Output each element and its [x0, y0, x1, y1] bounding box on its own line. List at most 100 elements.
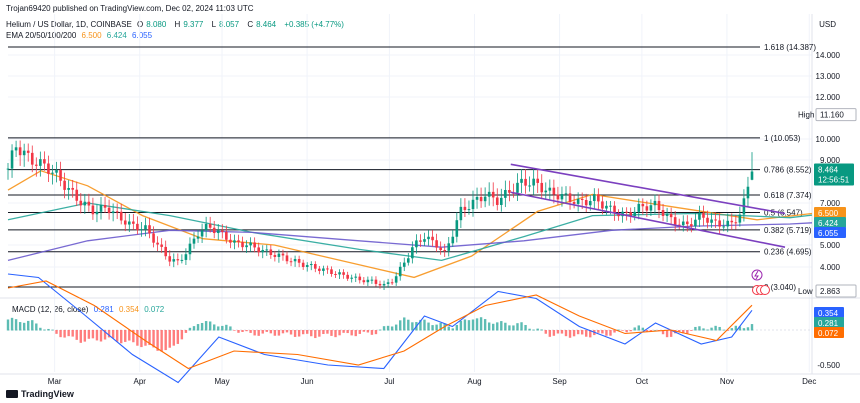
- candle: [702, 205, 705, 226]
- candle-body: [293, 259, 297, 262]
- candle: [552, 179, 556, 204]
- candle-body: [495, 197, 499, 205]
- candle: [119, 203, 123, 225]
- candle: [95, 204, 99, 223]
- candle: [593, 188, 596, 210]
- macd-histogram-bar: [87, 330, 91, 339]
- macd-histogram-bar: [265, 330, 268, 332]
- candle: [439, 241, 442, 255]
- candle-body: [176, 259, 180, 261]
- macd-histogram-bar: [310, 330, 313, 337]
- candle: [455, 212, 459, 243]
- candle-body: [459, 206, 463, 221]
- y-tick-label: 7.000: [820, 199, 841, 208]
- macd-histogram-bar: [722, 329, 725, 331]
- candle-body: [504, 190, 507, 198]
- macd-histogram-bar: [160, 330, 163, 352]
- macd-histogram-bar: [690, 330, 693, 331]
- candle-body: [35, 164, 38, 166]
- y-tick-label: 14.000: [816, 51, 841, 60]
- candle: [362, 277, 366, 285]
- candle-body: [625, 211, 628, 213]
- macd-histogram-bar: [508, 325, 511, 331]
- macd-histogram-bar: [718, 326, 721, 331]
- ema-tag: 6.500: [818, 209, 839, 218]
- candle: [204, 216, 208, 238]
- macd-histogram-bar: [289, 330, 293, 335]
- candle-body: [188, 243, 192, 255]
- macd-y-tick-label: -0.500: [817, 361, 840, 370]
- alert-bolt-icon: [751, 269, 763, 281]
- macd-histogram-bar: [314, 330, 317, 339]
- candle: [617, 209, 620, 221]
- macd-histogram-bar: [208, 321, 212, 331]
- chart-canvas[interactable]: 1.618 (14.387) 1 (10.053) 0.786 (8.552) 0.6…: [0, 0, 860, 403]
- candle-body: [172, 259, 176, 262]
- candle: [475, 187, 479, 209]
- macd-histogram-bar: [322, 330, 325, 335]
- candle: [500, 188, 503, 212]
- candle-body: [544, 190, 548, 193]
- macd-histogram-bar: [358, 330, 361, 334]
- candle-body: [51, 172, 54, 174]
- macd-histogram-bar: [487, 322, 491, 331]
- candle-body: [216, 230, 220, 234]
- candle-body: [342, 272, 345, 275]
- candle-body: [95, 211, 99, 215]
- macd-histogram-bar: [346, 330, 349, 334]
- macd-histogram-bar: [31, 320, 34, 331]
- candle-body: [107, 207, 111, 214]
- macd-histogram-bar: [188, 327, 192, 331]
- candle: [528, 176, 531, 192]
- candle: [463, 198, 467, 218]
- macd-histogram-bar: [192, 326, 196, 331]
- candle-body: [140, 229, 143, 231]
- candle-body: [366, 279, 370, 283]
- candle-body: [657, 200, 661, 211]
- candle-body: [516, 182, 519, 193]
- candle: [136, 216, 139, 235]
- candle: [79, 193, 83, 214]
- candle: [390, 278, 394, 285]
- macd-histogram-bar: [431, 325, 434, 331]
- candle: [75, 181, 79, 207]
- macd-histogram-bar: [633, 327, 636, 331]
- macd-histogram-bar: [91, 330, 95, 339]
- macd-histogram-bar: [504, 322, 507, 331]
- candle-body: [649, 205, 653, 211]
- candle: [148, 217, 151, 239]
- candle: [180, 254, 184, 264]
- candle: [200, 223, 204, 243]
- candle-body: [398, 266, 402, 277]
- countdown: 12:56:51: [818, 176, 850, 185]
- candle-body: [204, 223, 208, 231]
- macd-histogram-bar: [496, 322, 499, 331]
- candle-body: [435, 240, 438, 248]
- candle: [548, 179, 552, 201]
- candle-body: [354, 276, 358, 278]
- candle-body: [390, 282, 394, 284]
- candle-body: [99, 205, 103, 212]
- candle-body: [750, 171, 754, 180]
- macd-histogram-bar: [63, 330, 66, 338]
- candle: [297, 255, 301, 268]
- candle-body: [439, 247, 442, 251]
- candle-body: [427, 236, 430, 240]
- candle: [495, 188, 499, 211]
- macd-histogram-bar: [83, 330, 87, 342]
- macd-histogram-bar: [277, 330, 281, 336]
- macd-histogram-bar: [568, 330, 572, 338]
- fib-label: 0.786 (8.552): [764, 166, 812, 175]
- macd-histogram-bar: [605, 330, 608, 336]
- y-tick-label: 12.000: [816, 93, 841, 102]
- candle-body: [455, 220, 459, 237]
- candle: [237, 234, 240, 248]
- candle-body: [229, 239, 232, 243]
- candle: [394, 272, 398, 286]
- candle-body: [358, 276, 362, 281]
- candle-body: [593, 194, 596, 202]
- macd-histogram-bar: [136, 330, 139, 346]
- candle: [261, 245, 265, 259]
- candle: [572, 195, 576, 209]
- macd-histogram-bar: [629, 330, 632, 332]
